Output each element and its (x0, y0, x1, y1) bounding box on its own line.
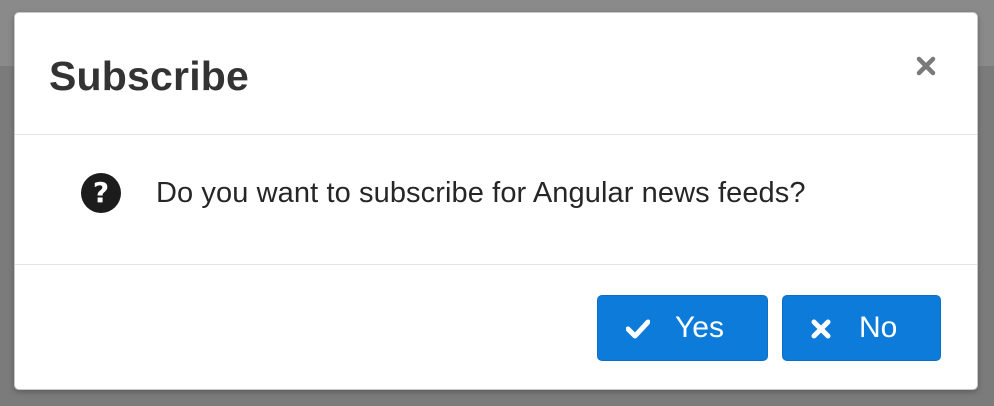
subscribe-dialog: Subscribe ? Do you want to subscribe for… (14, 12, 978, 390)
yes-button-label: Yes (675, 311, 724, 344)
close-icon (916, 56, 936, 76)
dialog-header: Subscribe (15, 13, 977, 135)
yes-button[interactable]: Yes (597, 295, 768, 361)
close-button[interactable] (913, 53, 939, 79)
times-icon (811, 319, 831, 339)
no-button[interactable]: No (782, 295, 941, 361)
dialog-title: Subscribe (49, 53, 250, 99)
dialog-message: Do you want to subscribe for Angular new… (156, 177, 806, 209)
check-icon (626, 319, 650, 339)
question-circle-icon: ? (81, 173, 121, 213)
no-button-label: No (859, 311, 898, 344)
dialog-body: ? Do you want to subscribe for Angular n… (15, 135, 977, 265)
dialog-footer: Yes No (15, 265, 977, 389)
